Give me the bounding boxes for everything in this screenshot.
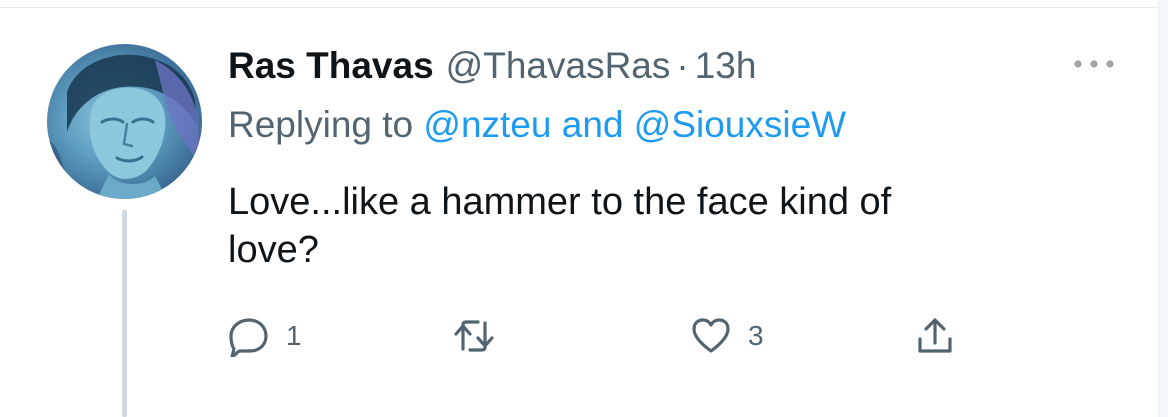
mention-link[interactable]: @nzteu bbox=[423, 104, 551, 145]
share-icon bbox=[918, 318, 952, 353]
tweet-text-line: love? bbox=[228, 229, 319, 271]
replying-to-line: Replying to @nzteu and @SiouxsieW bbox=[228, 104, 846, 146]
author-name[interactable]: Ras Thavas bbox=[228, 45, 434, 87]
retweet-icon bbox=[454, 320, 494, 352]
tweet-header: Ras Thavas @ThavasRas · 13h bbox=[228, 44, 756, 88]
action-bar: 1 3 bbox=[0, 312, 1168, 360]
reply-button[interactable]: 1 bbox=[228, 312, 302, 360]
avatar[interactable] bbox=[47, 44, 202, 199]
reply-bubble-icon bbox=[229, 318, 268, 357]
mention-link[interactable]: @SiouxsieW bbox=[634, 104, 846, 145]
tweet-timestamp[interactable]: 13h bbox=[695, 45, 757, 87]
reply-count: 1 bbox=[286, 320, 302, 351]
author-handle[interactable]: @ThavasRas bbox=[446, 45, 671, 87]
retweet-button[interactable] bbox=[453, 312, 495, 360]
mention-join-text: and bbox=[561, 104, 624, 145]
replying-to-label: Replying to bbox=[228, 104, 414, 145]
heart-icon bbox=[692, 318, 730, 353]
share-button[interactable] bbox=[914, 312, 956, 360]
avatar-portrait-image bbox=[47, 54, 201, 199]
like-count: 3 bbox=[748, 320, 764, 351]
separator-dot: · bbox=[676, 45, 689, 86]
tweet-text-line: Love...like a hammer to the face kind of bbox=[228, 181, 892, 223]
more-options-icon[interactable] bbox=[1072, 54, 1116, 74]
top-divider bbox=[0, 7, 1158, 8]
tweet-body: Love...like a hammer to the face kind of… bbox=[228, 178, 1128, 274]
like-button[interactable]: 3 bbox=[690, 312, 764, 360]
